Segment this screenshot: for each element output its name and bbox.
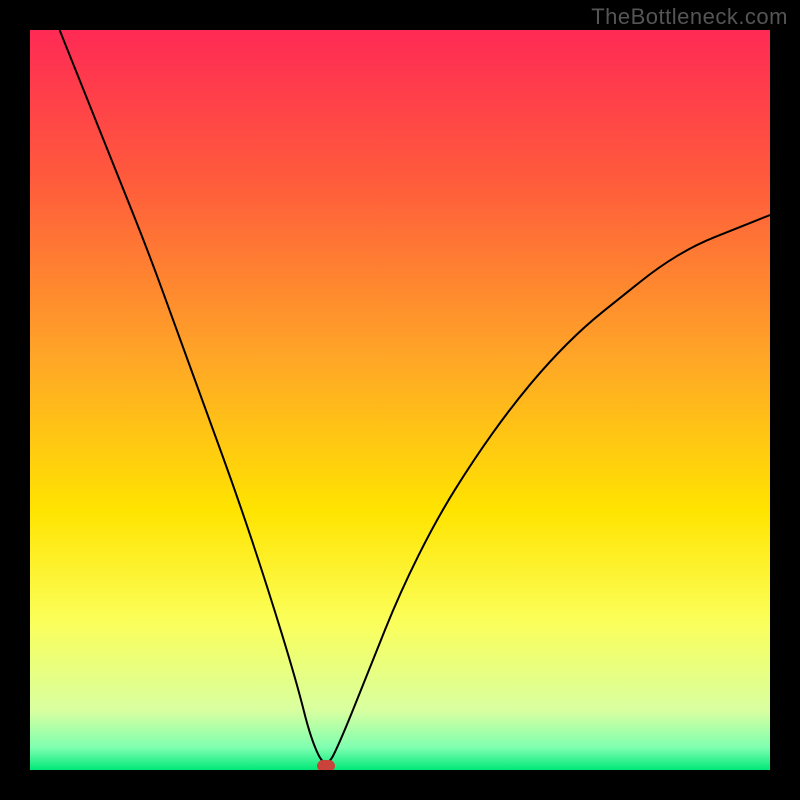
optimal-point-marker: [317, 760, 335, 770]
chart-curve: [30, 30, 770, 770]
chart-plot-area: [30, 30, 770, 770]
watermark-text: TheBottleneck.com: [591, 4, 788, 30]
